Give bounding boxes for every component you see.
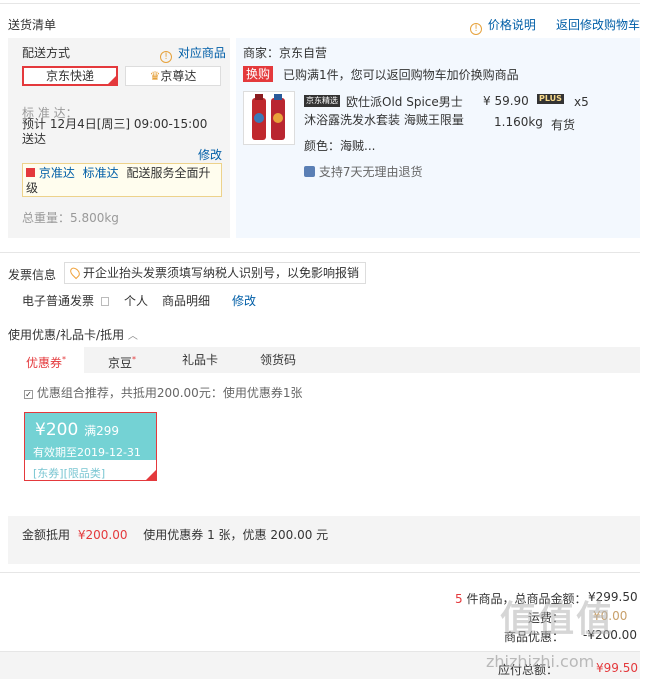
coupon-validity: 有效期至2019-12-31	[33, 446, 141, 459]
invoice-modify-link[interactable]: 修改	[232, 292, 256, 309]
jzd-upgrade-text: 京准达 标准达 配送服务全面升级	[26, 166, 218, 196]
return-policy-icon	[304, 166, 315, 177]
shipping-method-label: 配送方式	[22, 46, 71, 60]
plus-badge: PLUS	[537, 94, 564, 104]
delivery-list-title: 送货清单	[8, 18, 57, 32]
info-icon: !	[470, 23, 482, 35]
standard-tag: 标准达	[82, 166, 119, 180]
invoice-tip-text: 开企业抬头发票须填写纳税人识别号，以免影响报销	[83, 266, 360, 280]
recommend-text: 优惠组合推荐，共抵用200.00元：使用优惠券1张	[36, 386, 303, 400]
product-quantity: x5	[574, 95, 589, 109]
coupon-amount: ¥200	[35, 420, 79, 440]
jzd-tag: 京准达	[38, 166, 75, 180]
price-explain-link[interactable]: ! 价格说明	[470, 16, 536, 35]
swap-text: 已购满1件，您可以返回购物车加价换购商品	[283, 68, 519, 82]
invoice-label: 发票信息	[8, 268, 57, 282]
jzd-option[interactable]: ♛京尊达	[125, 66, 221, 86]
match-goods-label: 对应商品	[177, 46, 226, 60]
site-watermark: 值值值	[500, 599, 615, 640]
product-price: ¥ 59.90	[483, 94, 529, 108]
top-divider	[0, 3, 640, 4]
tab-jd-beans[interactable]: 京豆*	[84, 347, 160, 373]
section-divider	[0, 572, 640, 573]
return-policy-label: 支持7天无理由退货	[318, 165, 423, 179]
price-explain-label: 价格说明	[487, 18, 536, 32]
recommend-checkbox[interactable]: ✓	[24, 390, 33, 399]
coupon-tags: [东券][限品类]	[33, 467, 106, 480]
location-pin-icon	[68, 265, 82, 280]
summary-label: 金额抵用	[22, 528, 71, 542]
back-to-cart-link[interactable]: 返回修改购物车	[556, 16, 640, 33]
invoice-doc-icon	[100, 297, 109, 306]
tab-pickup-code[interactable]: 领货码	[240, 347, 316, 373]
product-weight: 1.160kg	[494, 115, 543, 129]
invoice-detail: 商品明细	[162, 294, 211, 308]
swap-badge: 换购	[243, 66, 274, 82]
chevron-up-icon: ︿	[127, 331, 138, 342]
delivery-estimate: 预计 12月4日[周三] 09:00-15:00 送达	[22, 117, 208, 146]
summary-amount: ¥200.00	[77, 528, 128, 542]
recommend-row: ✓ 优惠组合推荐，共抵用200.00元：使用优惠券1张	[24, 384, 302, 401]
return-policy: 支持7天无理由退货	[304, 163, 422, 180]
payable-amount: ¥99.50	[596, 661, 638, 675]
coupon-condition: 满299	[84, 424, 119, 438]
product-bottles-icon	[252, 94, 285, 140]
site-watermark-url: zhizhizhi.com	[486, 652, 595, 671]
invoice-tip: 开企业抬头发票须填写纳税人识别号，以免影响报销	[64, 262, 367, 284]
invoice-type-label: 电子普通发票	[22, 294, 95, 308]
discount-summary: 金额抵用 ¥200.00 使用优惠券 1 张，优惠 200.00 元	[22, 526, 328, 543]
invoice-holder: 个人	[124, 294, 149, 308]
goods-count: 5	[455, 592, 463, 606]
coupon-selected-corner	[146, 470, 156, 480]
discount-section-toggle[interactable]: 使用优惠/礼品卡/抵用 ︿	[8, 326, 138, 343]
section-divider	[0, 252, 640, 253]
match-goods-link[interactable]: ! 对应商品	[160, 44, 226, 63]
jd-express-option[interactable]: 京东快递	[22, 66, 118, 86]
discount-title: 使用优惠/礼品卡/抵用	[8, 328, 125, 342]
jzd-flag-icon	[26, 168, 35, 177]
shipping-modify-link[interactable]: 修改	[198, 146, 222, 163]
jzd-option-label: 京尊达	[160, 69, 197, 83]
tab-gift-card[interactable]: 礼品卡	[162, 347, 238, 373]
merchant-name: 商家：京东自营	[243, 46, 328, 60]
product-color: 颜色：海贼...	[304, 139, 376, 153]
crown-icon: ♛	[149, 69, 161, 83]
total-weight: 总重量：5.800kg	[22, 211, 119, 225]
coupon-card[interactable]: ¥200 满299 有效期至2019-12-31 [东券][限品类]	[24, 412, 157, 481]
product-name-link[interactable]: 欧仕派Old Spice男士沐浴露洗发水套装 海贼王限量	[304, 93, 469, 129]
product-image[interactable]	[243, 91, 295, 145]
invoice-type: 电子普通发票	[22, 292, 109, 309]
tab-coupon[interactable]: 优惠券*	[8, 347, 84, 373]
coupon-amount-row: ¥200 满299	[35, 420, 119, 440]
stock-status: 有货	[551, 118, 576, 132]
summary-desc: 使用优惠券 1 张，优惠 200.00 元	[143, 528, 329, 542]
info-icon: !	[160, 51, 172, 63]
